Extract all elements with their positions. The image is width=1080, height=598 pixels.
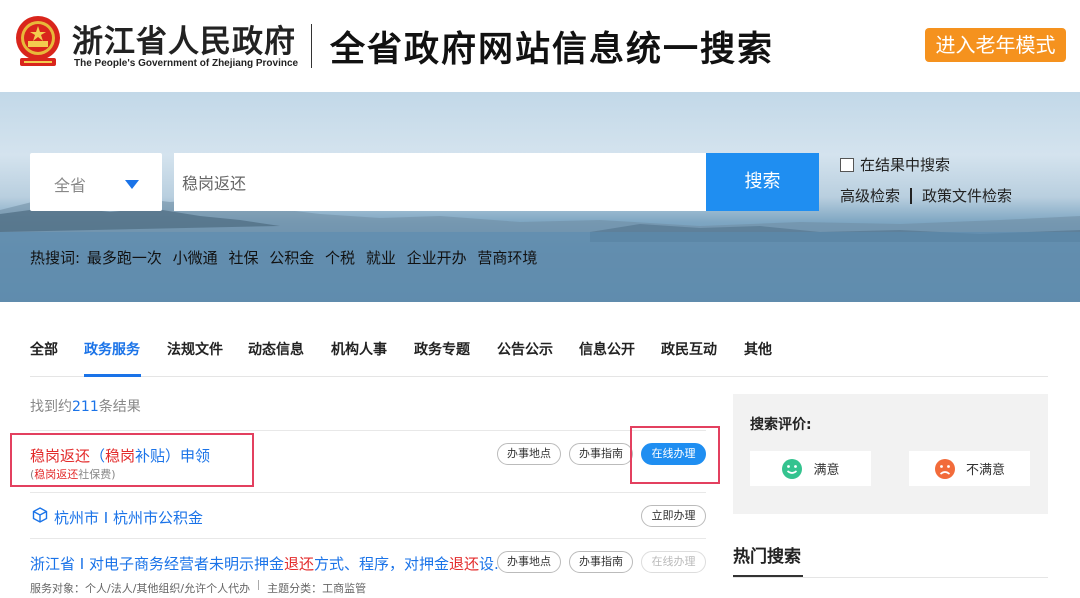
tab-information-disclosure[interactable]: 信息公开 [579, 339, 635, 359]
result-meta: 服务对象：个人/法人/其他组织/允许个人代办 主题分类：工商监管 [30, 580, 367, 595]
service-guide-button[interactable]: 办事指南 [569, 551, 633, 573]
search-banner: 全省 搜索 在结果中搜索 高级检索 政策文件检索 热搜词: 最多跑一次 小微通 … [0, 92, 1080, 302]
tab-regulations[interactable]: 法规文件 [167, 339, 223, 359]
hot-word[interactable]: 营商环境 [477, 249, 537, 267]
region-select-value: 全省 [54, 176, 87, 195]
hot-word[interactable]: 社保 [228, 249, 258, 267]
search-input[interactable] [174, 153, 706, 211]
row-divider [30, 538, 706, 539]
active-tab-indicator [84, 374, 141, 377]
search-in-results-checkbox[interactable] [840, 157, 854, 172]
hot-word[interactable]: 个税 [325, 249, 355, 267]
hot-word[interactable]: 公积金 [269, 249, 314, 267]
result-count: 找到约211条结果 [30, 399, 141, 415]
hot-word[interactable]: 最多跑一次 [87, 249, 162, 267]
elder-mode-button[interactable]: 进入老年模式 [925, 28, 1066, 62]
category-tabs: 全部 政务服务 法规文件 动态信息 机构人事 政务专题 公告公示 信息公开 政民… [30, 320, 1048, 377]
hot-word[interactable]: 企业开办 [407, 249, 467, 267]
smile-icon [782, 458, 803, 479]
advanced-links: 高级检索 政策文件检索 [840, 185, 1012, 206]
header-divider [311, 24, 312, 68]
hot-word[interactable]: 小微通 [173, 249, 218, 267]
hot-search-underline [733, 575, 803, 577]
result-title-link[interactable]: 浙江省 I 对电子商务经营者未明示押金退还方式、程序，对押金退还设... [30, 553, 508, 574]
evaluation-title: 搜索评价: [750, 417, 812, 433]
search-in-results-label: 在结果中搜索 [860, 156, 951, 174]
hot-words: 热搜词: 最多跑一次 小微通 社保 公积金 个税 就业 企业开办 营商环境 [30, 247, 543, 268]
frown-icon [934, 458, 955, 479]
satisfied-button[interactable]: 满意 [750, 451, 871, 486]
government-name: 浙江省人民政府 [72, 24, 296, 60]
annotation-highlight-box [10, 433, 254, 487]
site-header: 浙江省人民政府 The People's Government of Zheji… [0, 0, 1080, 92]
annotation-highlight-box [630, 426, 720, 484]
apply-now-button[interactable]: 立即办理 [641, 505, 706, 527]
search-in-results-option[interactable]: 在结果中搜索 [840, 154, 950, 175]
policy-document-search-link[interactable]: 政策文件检索 [922, 185, 1012, 206]
tab-news[interactable]: 动态信息 [248, 339, 304, 359]
service-location-button[interactable]: 办事地点 [497, 443, 561, 465]
national-emblem-icon [16, 16, 60, 66]
online-apply-button-disabled: 在线办理 [641, 551, 706, 573]
site-title: 全省政府网站信息统一搜索 [330, 30, 775, 70]
tab-all[interactable]: 全部 [30, 339, 58, 359]
tab-announcements[interactable]: 公告公示 [497, 339, 553, 359]
unsatisfied-button[interactable]: 不满意 [909, 451, 1030, 486]
tab-public-interaction[interactable]: 政民互动 [661, 339, 717, 359]
search-evaluation-panel: 搜索评价: 满意 不满意 [733, 394, 1048, 514]
tab-government-services[interactable]: 政务服务 [84, 339, 140, 359]
hot-words-label: 热搜词: [30, 249, 81, 267]
row-divider [30, 430, 706, 431]
row-divider [30, 492, 706, 493]
tab-special-topics[interactable]: 政务专题 [414, 339, 470, 359]
region-select[interactable]: 全省 [30, 153, 162, 211]
tab-other[interactable]: 其他 [744, 339, 772, 359]
government-name-english: The People's Government of Zhejiang Prov… [74, 58, 299, 69]
advanced-search-link[interactable]: 高级检索 [840, 185, 900, 206]
link-separator [910, 187, 913, 204]
hot-search-divider [733, 577, 1048, 578]
caret-down-icon [125, 180, 139, 189]
search-button[interactable]: 搜索 [706, 153, 819, 211]
service-location-button[interactable]: 办事地点 [497, 551, 561, 573]
service-guide-button[interactable]: 办事指南 [569, 443, 633, 465]
hot-search-title: 热门搜索 [733, 547, 801, 567]
result-title-link[interactable]: 杭州市 I 杭州市公积金 [54, 507, 203, 528]
tab-personnel[interactable]: 机构人事 [331, 339, 387, 359]
hot-word[interactable]: 就业 [366, 249, 396, 267]
cube-icon [32, 507, 48, 523]
